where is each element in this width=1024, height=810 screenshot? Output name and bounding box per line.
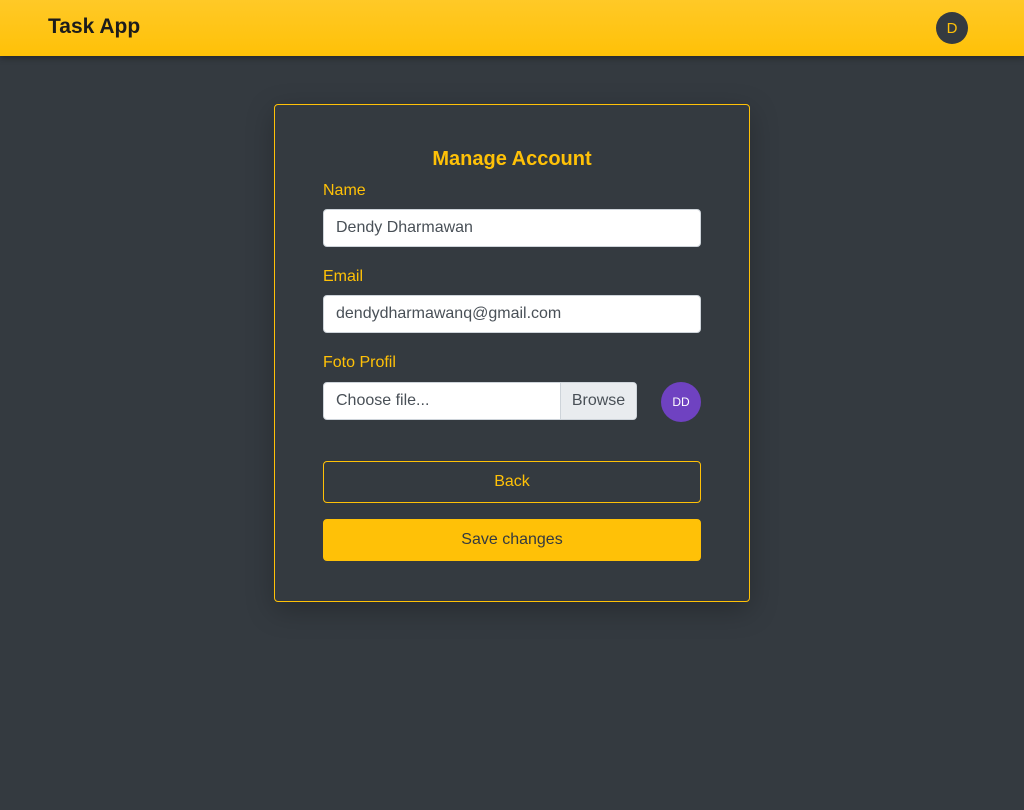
name-label: Name: [323, 182, 366, 199]
email-label: Email: [323, 268, 364, 285]
back-button[interactable]: Back: [323, 461, 701, 503]
file-input[interactable]: Choose file... Browse: [323, 382, 637, 420]
save-button[interactable]: Save changes: [323, 519, 701, 561]
manage-account-card: Manage Account Name Email Foto Profil Ch…: [274, 104, 750, 602]
browse-button[interactable]: Browse: [560, 383, 636, 419]
name-input[interactable]: [323, 209, 701, 247]
file-placeholder: Choose file...: [336, 392, 430, 409]
navbar: Task App D: [0, 0, 1024, 56]
user-avatar[interactable]: D: [936, 12, 968, 44]
email-input[interactable]: [323, 295, 701, 333]
app-brand[interactable]: Task App: [48, 15, 140, 39]
page-title: Manage Account: [432, 148, 592, 170]
photo-label: Foto Profil: [323, 354, 396, 371]
profile-avatar: DD: [661, 382, 701, 422]
